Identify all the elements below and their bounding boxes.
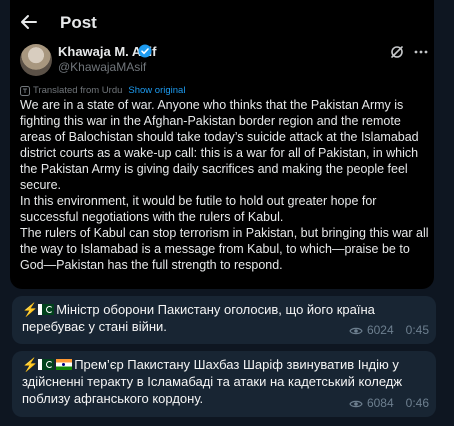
india-flag-icon	[56, 359, 73, 370]
message-meta: 6084 0:46	[349, 395, 429, 412]
avatar[interactable]	[20, 44, 52, 76]
post-text: We are in a state of war. Anyone who thi…	[20, 98, 429, 272]
verified-badge-icon	[138, 44, 152, 58]
lightning-emoji: ⚡	[22, 302, 39, 317]
author-handle[interactable]: @KhawajaMAsif	[58, 60, 146, 74]
eye-icon	[349, 327, 363, 334]
lightning-emoji: ⚡	[22, 357, 39, 372]
arrow-left-icon[interactable]	[19, 12, 39, 32]
message-body: Прем’єр Пакистану Шахбаз Шаріф звинувати…	[22, 357, 403, 406]
pakistan-flag-icon	[38, 359, 55, 370]
message-body: Міністр оборони Пакистану оголосив, що й…	[22, 302, 375, 334]
page-title: Post	[60, 13, 97, 32]
view-count: 6084	[366, 396, 394, 410]
post-topbar: Post	[10, 0, 434, 44]
show-original-link[interactable]: Show original	[128, 85, 185, 96]
x-post-card: Post Khawaja M. Asif @KhawajaMAsif Trans…	[10, 0, 434, 289]
more-icon[interactable]	[413, 44, 429, 60]
message-time: 0:46	[405, 396, 429, 410]
message-meta: 6024 0:45	[349, 322, 429, 339]
translate-icon	[20, 85, 30, 96]
view-count: 6024	[366, 323, 394, 337]
translation-note: Translated from Urdu	[33, 85, 123, 96]
message-time: 0:45	[405, 323, 429, 337]
channel-message[interactable]: ⚡ Прем’єр Пакистану Шахбаз Шаріф звинуват…	[12, 351, 436, 417]
channel-message[interactable]: ⚡ Міністр оборони Пакистану оголосив, що …	[12, 296, 436, 344]
translation-row: Translated from Urdu Show original	[20, 85, 185, 96]
grok-icon[interactable]	[389, 44, 405, 60]
pakistan-flag-icon	[38, 304, 55, 315]
eye-icon	[349, 400, 363, 407]
